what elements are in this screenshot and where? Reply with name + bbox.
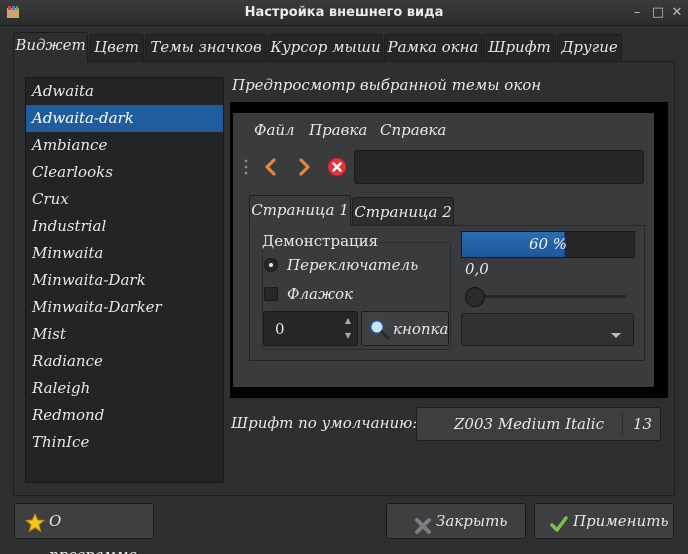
checkmark-icon xyxy=(549,512,569,532)
list-item[interactable]: ThinIce xyxy=(26,429,223,456)
list-item[interactable]: Minwaita-Darker xyxy=(26,294,223,321)
list-item[interactable]: Adwaita xyxy=(26,78,223,105)
spin-down-icon[interactable]: ▼ xyxy=(341,330,355,342)
demo-button-label: кнопка xyxy=(393,320,449,338)
tab-font[interactable]: Шрифт xyxy=(483,34,556,61)
preview-title: Предпросмотр выбранной темы окон xyxy=(232,76,542,94)
progress-text: 60 % xyxy=(528,235,568,253)
stop-icon[interactable] xyxy=(327,157,347,177)
scale-trough xyxy=(470,295,626,298)
theme-list[interactable]: Adwaita Adwaita-dark Ambiance Clearlooks… xyxy=(25,77,224,483)
list-item[interactable]: Redmond xyxy=(26,402,223,429)
font-name: Z003 Medium Italic xyxy=(454,415,604,433)
font-separator xyxy=(622,412,623,436)
list-item[interactable]: Clearlooks xyxy=(26,159,223,186)
tab-window-border[interactable]: Рамка окна xyxy=(384,34,482,61)
list-item[interactable]: Minwaita-Dark xyxy=(26,267,223,294)
tab-other[interactable]: Другие xyxy=(557,34,622,61)
tab-icon-themes[interactable]: Темы значков xyxy=(145,34,267,61)
scale-value: 0,0 xyxy=(465,260,489,278)
font-button[interactable]: Z003 Medium Italic 13 xyxy=(416,407,661,441)
font-label: Шрифт по умолчанию: xyxy=(231,414,418,432)
tab-page-2[interactable]: Страница 2 xyxy=(352,197,454,227)
font-size: 13 xyxy=(633,415,653,433)
menu-edit[interactable]: Правка xyxy=(309,120,367,140)
about-button-label: О программе xyxy=(49,512,137,554)
menu-file[interactable]: Файл xyxy=(254,120,295,140)
close-x-icon xyxy=(414,513,432,534)
window-title: Настройка внешнего вида xyxy=(244,5,444,20)
text-entry[interactable] xyxy=(354,150,644,184)
close-button-label: Закрыть xyxy=(436,512,508,530)
back-arrow-icon[interactable] xyxy=(262,156,280,178)
demo-button[interactable]: кнопка xyxy=(361,311,449,346)
about-button[interactable]: О программе xyxy=(14,503,154,554)
demo-frame-label: Демонстрация xyxy=(260,232,381,250)
tab-color[interactable]: Цвет xyxy=(89,34,144,61)
tab-widget[interactable]: Виджет xyxy=(13,32,88,62)
radio-label: Переключатель xyxy=(287,256,419,274)
spin-button[interactable]: 0 ▲ ▼ xyxy=(263,311,358,346)
minimize-button[interactable]: – xyxy=(627,3,647,23)
tab-mouse-cursor[interactable]: Курсор мыши xyxy=(268,34,383,61)
checkbox[interactable] xyxy=(264,287,278,301)
list-item[interactable]: Minwaita xyxy=(26,240,223,267)
list-item[interactable]: Mist xyxy=(26,321,223,348)
scale-slider[interactable] xyxy=(465,287,485,307)
tab-page-1[interactable]: Страница 1 xyxy=(249,195,351,226)
spin-up-icon[interactable]: ▲ xyxy=(341,315,355,327)
close-window-button[interactable]: ✕ xyxy=(667,3,687,23)
star-icon xyxy=(24,511,46,533)
list-item[interactable]: Crux xyxy=(26,186,223,213)
maximize-button[interactable]: □ xyxy=(648,3,668,23)
toolbar-grip-icon xyxy=(244,158,248,176)
list-item-selected[interactable]: Adwaita-dark xyxy=(26,105,223,132)
apply-button[interactable]: Применить xyxy=(534,503,674,539)
title-bar: Настройка внешнего вида – □ ✕ xyxy=(0,0,688,26)
spin-value: 0 xyxy=(275,320,285,338)
menu-help[interactable]: Справка xyxy=(380,120,446,140)
apply-button-label: Применить xyxy=(573,512,669,530)
list-item[interactable]: Industrial xyxy=(26,213,223,240)
close-button[interactable]: Закрыть xyxy=(386,503,526,539)
chevron-down-icon xyxy=(610,326,622,338)
search-icon xyxy=(368,318,390,340)
forward-arrow-icon[interactable] xyxy=(295,156,313,178)
list-item[interactable]: Ambiance xyxy=(26,132,223,159)
radio-button[interactable] xyxy=(264,258,278,272)
list-item[interactable]: Radiance xyxy=(26,348,223,375)
progress-bar: 60 % xyxy=(461,231,635,258)
list-item[interactable]: Raleigh xyxy=(26,375,223,402)
checkbox-label: Флажок xyxy=(287,285,353,303)
combo-box[interactable] xyxy=(461,313,634,346)
